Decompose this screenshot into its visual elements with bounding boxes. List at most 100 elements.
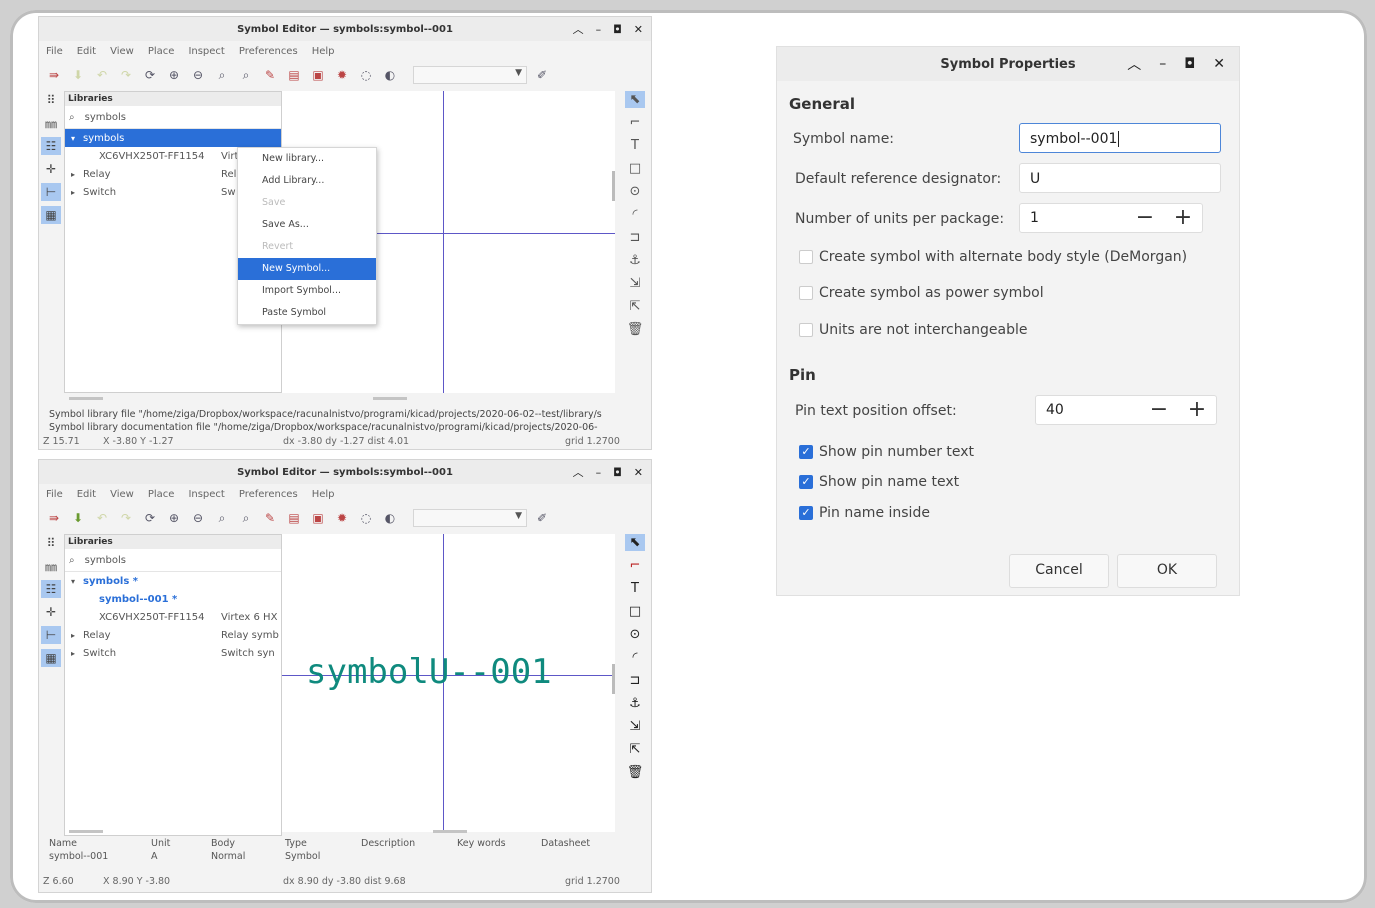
scrollbar-horizontal-left[interactable]: [69, 397, 103, 400]
save-icon[interactable]: ⬇: [69, 511, 87, 525]
add-line-icon[interactable]: ⊐: [625, 672, 645, 689]
pin-number-icon[interactable]: ⊢: [41, 183, 61, 201]
body-style-icon[interactable]: ◐: [381, 68, 399, 82]
reference-field[interactable]: U: [1019, 163, 1221, 193]
grid-icon[interactable]: ⠿: [41, 534, 61, 552]
show-pin-number-checkbox[interactable]: ✓ Show pin number text: [799, 444, 974, 460]
convert-icon[interactable]: ◌: [357, 511, 375, 525]
tree-row[interactable]: symbol--001 *: [65, 590, 281, 608]
body-style-icon[interactable]: ◐: [381, 511, 399, 525]
zoom-fit-icon[interactable]: ⌕: [213, 68, 231, 83]
tree-row[interactable]: XC6VHX250T-FF1154 Virtex 6 HX: [65, 608, 281, 626]
add-rectangle-icon[interactable]: □: [625, 603, 645, 620]
context-menu-item[interactable]: Save As...: [238, 214, 376, 236]
refresh-icon[interactable]: ⟳: [141, 511, 159, 525]
scrollbar-horizontal-canvas[interactable]: [433, 830, 467, 833]
tree-row[interactable]: ▸ Switch Switch syn: [65, 644, 281, 662]
import-graphics-icon[interactable]: ⇲: [625, 275, 645, 292]
show-hidden-icon[interactable]: ▦: [41, 649, 61, 667]
checkmark-icon[interactable]: ✓: [799, 506, 813, 520]
add-circle-icon[interactable]: ⊙: [625, 626, 645, 643]
expand-right-icon[interactable]: ▸: [71, 188, 75, 197]
library-search[interactable]: ⌕ symbols: [65, 106, 281, 129]
symbol-props-icon[interactable]: ✎: [261, 68, 279, 82]
menu-help[interactable]: Help: [312, 46, 335, 57]
expand-down-icon[interactable]: ▾: [71, 577, 75, 586]
units-interchangeable-checkbox[interactable]: Units are not interchangeable: [799, 322, 1028, 338]
add-circle-icon[interactable]: ⊙: [625, 183, 645, 200]
zoom-in-icon[interactable]: ⊕: [165, 68, 183, 82]
export-icon[interactable]: ⇱: [625, 298, 645, 315]
add-text-icon[interactable]: T: [625, 580, 645, 597]
tree-row[interactable]: ▾ symbols *: [65, 572, 281, 590]
menu-view[interactable]: View: [110, 46, 134, 57]
show-pin-name-checkbox[interactable]: ✓ Show pin name text: [799, 474, 959, 490]
anchor-icon[interactable]: ⚓: [625, 695, 645, 712]
maximize-icon[interactable]: ◘: [1184, 56, 1195, 72]
add-arc-icon[interactable]: ◜: [625, 206, 645, 223]
search-input[interactable]: symbols: [85, 555, 126, 566]
zoom-out-icon[interactable]: ⊖: [189, 68, 207, 82]
library-search[interactable]: ⌕ symbols: [65, 549, 281, 572]
chevron-up-icon[interactable]: ︿: [573, 21, 584, 37]
symbol-name-text[interactable]: symbolU--001: [306, 652, 552, 692]
checkbox-box[interactable]: [799, 250, 813, 264]
pin-number-icon[interactable]: ⊢: [41, 626, 61, 644]
delete-icon[interactable]: 🗑: [625, 321, 645, 338]
refresh-icon[interactable]: ⟳: [141, 68, 159, 82]
context-menu-item[interactable]: Add Library...: [238, 170, 376, 192]
chevron-up-icon[interactable]: ︿: [1127, 54, 1141, 74]
menu-preferences[interactable]: Preferences: [239, 489, 298, 500]
expand-right-icon[interactable]: ▸: [71, 631, 75, 640]
check-icon[interactable]: ✹: [333, 511, 351, 525]
pin-name-inside-checkbox[interactable]: ✓ Pin name inside: [799, 505, 930, 521]
new-symbol-icon[interactable]: ⇛: [45, 68, 63, 82]
scrollbar-horizontal-left[interactable]: [69, 830, 103, 833]
scrollbar-horizontal-canvas[interactable]: [373, 397, 407, 400]
power-symbol-checkbox[interactable]: Create symbol as power symbol: [799, 285, 1044, 301]
menu-view[interactable]: View: [110, 489, 134, 500]
menu-file[interactable]: File: [46, 46, 63, 57]
scrollbar-vertical[interactable]: [612, 171, 615, 201]
pin-edit-icon[interactable]: ✐: [533, 511, 551, 525]
redo-icon[interactable]: ↷: [117, 68, 135, 82]
menu-edit[interactable]: Edit: [77, 46, 96, 57]
minimize-icon[interactable]: –: [596, 23, 602, 36]
checkmark-icon[interactable]: ✓: [799, 445, 813, 459]
plus-icon[interactable]: +: [1178, 396, 1216, 424]
library-tree-icon[interactable]: ☷: [41, 580, 61, 598]
close-icon[interactable]: ✕: [634, 466, 643, 479]
units-icon[interactable]: ㎜: [41, 557, 61, 575]
ok-button[interactable]: OK: [1117, 554, 1217, 588]
menu-inspect[interactable]: Inspect: [188, 489, 224, 500]
grid-icon[interactable]: ⠿: [41, 91, 61, 109]
show-hidden-icon[interactable]: ▦: [41, 206, 61, 224]
tree-row[interactable]: ▸ Relay Relay symb: [65, 626, 281, 644]
minimize-icon[interactable]: –: [1159, 56, 1166, 72]
expand-right-icon[interactable]: ▸: [71, 170, 75, 179]
menu-preferences[interactable]: Preferences: [239, 46, 298, 57]
add-pin-icon[interactable]: ⌐: [625, 557, 645, 574]
unit-selector[interactable]: ▼: [413, 509, 527, 527]
zoom-selection-icon[interactable]: ⌕: [237, 511, 255, 526]
zoom-fit-icon[interactable]: ⌕: [213, 511, 231, 526]
cursor-icon[interactable]: ✛: [41, 160, 61, 178]
checkbox-box[interactable]: [799, 286, 813, 300]
delete-icon[interactable]: 🗑: [625, 764, 645, 781]
pin-offset-spinner[interactable]: 40 − +: [1035, 395, 1217, 425]
add-arc-icon[interactable]: ◜: [625, 649, 645, 666]
pin-table-icon[interactable]: ▤: [285, 511, 303, 525]
cursor-icon[interactable]: ✛: [41, 603, 61, 621]
menu-edit[interactable]: Edit: [77, 489, 96, 500]
new-symbol-icon[interactable]: ⇛: [45, 511, 63, 525]
add-text-icon[interactable]: T: [625, 137, 645, 154]
menu-place[interactable]: Place: [148, 46, 175, 57]
menu-help[interactable]: Help: [312, 489, 335, 500]
checkmark-icon[interactable]: ✓: [799, 475, 813, 489]
context-menu-item[interactable]: New Symbol...: [238, 258, 376, 280]
minimize-icon[interactable]: –: [596, 466, 602, 479]
datasheet-icon[interactable]: ▣: [309, 511, 327, 525]
close-icon[interactable]: ✕: [1213, 56, 1225, 72]
library-tree-icon[interactable]: ☷: [41, 137, 61, 155]
maximize-icon[interactable]: ◘: [613, 466, 622, 479]
